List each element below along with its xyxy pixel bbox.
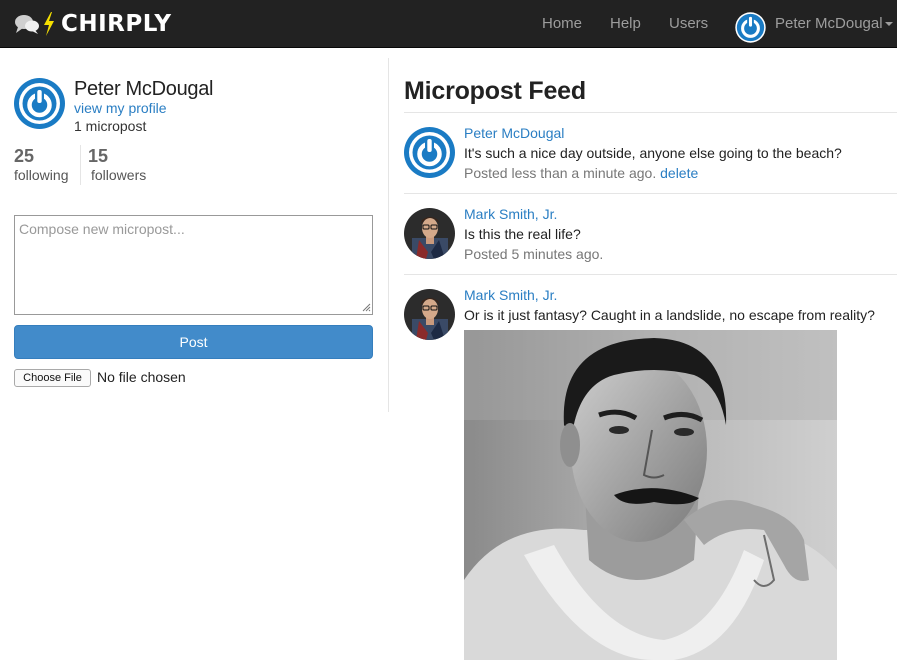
file-status: No file chosen xyxy=(97,369,186,385)
delete-post-link[interactable]: delete xyxy=(660,165,698,181)
choose-file-button[interactable]: Choose File xyxy=(14,369,91,387)
nav-help-link[interactable]: Help xyxy=(610,15,641,32)
user-menu[interactable]: Peter McDougal xyxy=(775,15,893,32)
post-author-link[interactable]: Peter McDougal xyxy=(464,125,564,141)
nav-home-link[interactable]: Home xyxy=(542,15,582,32)
following-label[interactable]: following xyxy=(14,167,68,183)
post-photo[interactable] xyxy=(464,330,837,660)
user-menu-label: Peter McDougal xyxy=(775,15,883,32)
followers-count[interactable]: 15 xyxy=(88,146,108,167)
brand-name: CHIRPLY xyxy=(61,11,172,37)
user-avatar[interactable] xyxy=(735,12,766,43)
caret-down-icon xyxy=(884,22,893,27)
profile-avatar[interactable] xyxy=(14,78,65,129)
profile-name: Peter McDougal xyxy=(74,78,214,100)
feed-divider xyxy=(404,112,897,113)
resize-handle-icon[interactable] xyxy=(362,303,371,312)
brand-logo[interactable]: CHIRPLY xyxy=(14,10,171,38)
post-divider xyxy=(404,274,897,275)
navbar: CHIRPLY Home Help Users Peter McDougal xyxy=(0,0,897,48)
post-divider xyxy=(404,193,897,194)
post-avatar[interactable] xyxy=(404,127,455,178)
nav-users-link[interactable]: Users xyxy=(669,15,708,32)
post-author-link[interactable]: Mark Smith, Jr. xyxy=(464,287,557,303)
compose-input[interactable] xyxy=(14,215,373,315)
followers-label[interactable]: followers xyxy=(91,167,146,183)
micropost-count: 1 micropost xyxy=(74,118,147,134)
stats-divider xyxy=(80,145,81,185)
post-timestamp: Posted 5 minutes ago. xyxy=(464,246,604,262)
post-author-link[interactable]: Mark Smith, Jr. xyxy=(464,206,557,222)
post-avatar[interactable] xyxy=(404,289,455,340)
post-content: It's such a nice day outside, anyone els… xyxy=(464,145,842,161)
post-time-text: Posted less than a minute ago. xyxy=(464,165,657,181)
post-button[interactable]: Post xyxy=(14,325,373,359)
post-content: Is this the real life? xyxy=(464,226,581,242)
following-count[interactable]: 25 xyxy=(14,146,34,167)
post-timestamp: Posted less than a minute ago. delete xyxy=(464,165,698,181)
post-content: Or is it just fantasy? Caught in a lands… xyxy=(464,307,875,323)
chat-bubbles-icon xyxy=(15,15,39,34)
feed-title: Micropost Feed xyxy=(404,77,586,105)
view-profile-link[interactable]: view my profile xyxy=(74,100,167,116)
lightning-bolt-icon xyxy=(44,12,54,36)
column-divider xyxy=(388,58,389,412)
post-avatar[interactable] xyxy=(404,208,455,259)
